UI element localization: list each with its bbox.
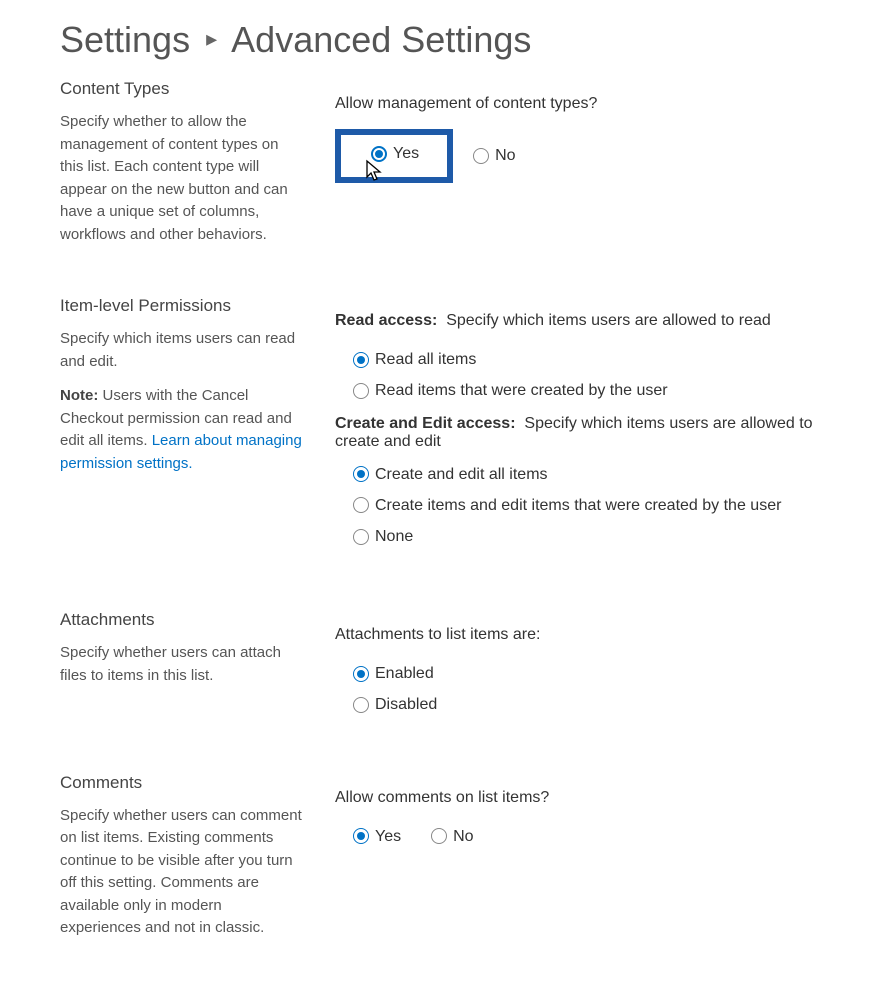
radio-checked-icon	[353, 828, 369, 844]
radio-checked-icon	[353, 466, 369, 482]
item-level-note: Note: Users with the Cancel Checkout per…	[60, 385, 305, 475]
attachments-question: Attachments to list items are:	[335, 626, 826, 644]
attachments-desc: Specify whether users can attach files t…	[60, 642, 305, 687]
create-edit-own-option[interactable]: Create items and edit items that were cr…	[353, 492, 826, 519]
content-types-desc: Specify whether to allow the management …	[60, 111, 305, 246]
breadcrumb-parent[interactable]: Settings	[60, 19, 190, 60]
content-types-no-option[interactable]: No	[473, 147, 515, 165]
comments-question: Allow comments on list items?	[335, 789, 826, 807]
radio-unchecked-icon	[353, 529, 369, 545]
attachments-title: Attachments	[60, 610, 305, 630]
section-content-types: Content Types Specify whether to allow t…	[60, 79, 826, 246]
create-edit-all-option[interactable]: Create and edit all items	[353, 461, 826, 488]
attachments-disabled-option[interactable]: Disabled	[353, 691, 826, 718]
attachments-enabled-option[interactable]: Enabled	[353, 660, 826, 687]
comments-yes-option[interactable]: Yes	[353, 823, 401, 850]
comments-desc: Specify whether users can comment on lis…	[60, 805, 305, 940]
read-all-items-option[interactable]: Read all items	[353, 346, 826, 373]
chevron-right-icon: ▸	[200, 26, 223, 58]
highlight-box: Yes	[335, 129, 453, 183]
comments-no-option[interactable]: No	[431, 823, 473, 850]
radio-checked-icon	[353, 666, 369, 682]
breadcrumb-current: Advanced Settings	[231, 19, 531, 60]
read-access-label: Read access: Specify which items users a…	[335, 312, 826, 330]
create-edit-access-label: Create and Edit access: Specify which it…	[335, 415, 826, 451]
section-item-level: Item-level Permissions Specify which ite…	[60, 296, 826, 560]
radio-checked-icon	[353, 352, 369, 368]
radio-unchecked-icon	[353, 497, 369, 513]
read-own-items-option[interactable]: Read items that were created by the user	[353, 377, 826, 404]
section-comments: Comments Specify whether users can comme…	[60, 773, 826, 940]
breadcrumb: Settings ▸ Advanced Settings	[60, 18, 826, 61]
radio-unchecked-icon	[473, 148, 489, 164]
item-level-desc1: Specify which items users can read and e…	[60, 328, 305, 373]
content-types-yes-option[interactable]: Yes	[371, 145, 419, 163]
item-level-title: Item-level Permissions	[60, 296, 305, 316]
create-edit-none-option[interactable]: None	[353, 523, 826, 550]
comments-title: Comments	[60, 773, 305, 793]
content-types-title: Content Types	[60, 79, 305, 99]
radio-unchecked-icon	[431, 828, 447, 844]
radio-checked-icon	[371, 146, 387, 162]
content-types-question: Allow management of content types?	[335, 95, 826, 113]
section-attachments: Attachments Specify whether users can at…	[60, 610, 826, 722]
radio-unchecked-icon	[353, 697, 369, 713]
radio-unchecked-icon	[353, 383, 369, 399]
